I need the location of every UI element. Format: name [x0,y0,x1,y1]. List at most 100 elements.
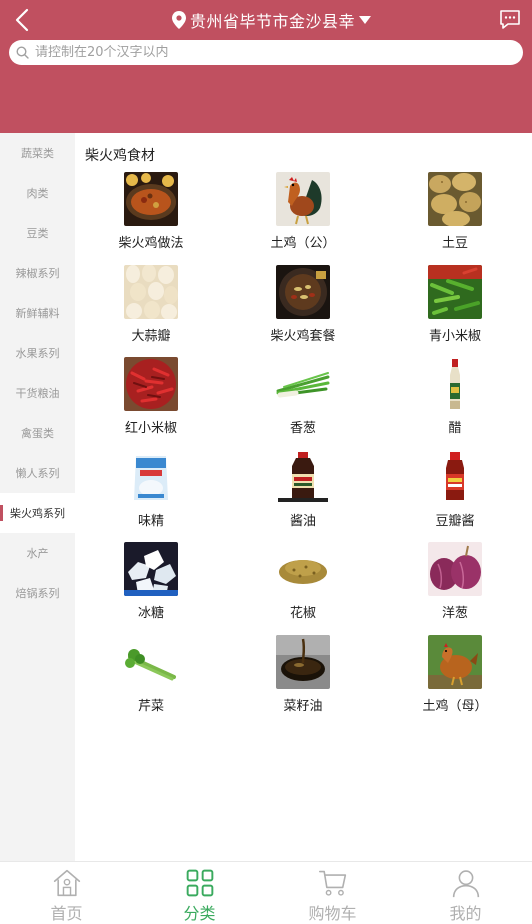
product-item[interactable]: 冰糖 [75,542,227,635]
product-item[interactable]: 柴火鸡套餐 [227,264,379,358]
product-label: 冰糖 [137,606,164,621]
celery-photo [124,634,178,689]
bean-paste-photo [428,449,482,504]
message-button[interactable] [499,9,521,31]
product-item[interactable]: 醋 [379,357,531,450]
chicken-set-photo [276,264,330,319]
sidebar-item-label: 蔬菜类 [21,147,54,160]
product-item[interactable]: 土豆 [379,172,531,265]
product-item[interactable]: 大蒜瓣 [75,264,227,358]
sidebar-item-dry-goods[interactable]: 干货粮油 [0,373,75,413]
product-item[interactable]: 香葱 [227,357,379,450]
search-input[interactable] [35,45,505,60]
product-label: 酱油 [289,513,316,529]
sidebar-item-label: 辣椒系列 [15,267,60,280]
rooster-photo [276,172,330,226]
search-icon [16,46,29,59]
sidebar-item-label: 懒人系列 [15,467,60,480]
caret-down-icon [359,16,372,24]
product-item[interactable]: 豆瓣酱 [379,449,531,543]
sidebar-item-lazy[interactable]: 懒人系列 [0,453,75,493]
product-label: 豆瓣酱 [435,513,475,529]
sidebar-item-seafood[interactable]: 水产 [0,533,75,573]
sidebar-item-poultry-eggs[interactable]: 禽蛋类 [0,413,75,453]
rock-sugar-photo [124,542,178,596]
bottom-tabbar: 首页 分类 购物车 我的 [0,861,532,924]
product-item[interactable]: 柴火鸡做法 [75,172,227,265]
sidebar-item-label: 禽蛋类 [21,427,54,440]
tab-label: 首页 [50,904,83,923]
product-label: 味精 [137,513,164,529]
tab-label: 分类 [183,904,216,923]
product-label: 洋葱 [441,606,468,621]
product-item[interactable]: 菜籽油 [227,634,379,728]
product-item[interactable]: 青小米椒 [379,264,531,358]
sidebar-item-fruit[interactable]: 水果系列 [0,333,75,373]
tab-cart[interactable]: 购物车 [266,862,399,924]
tab-profile[interactable]: 我的 [399,862,532,924]
chevron-left-icon [15,8,29,32]
product-item[interactable]: 芹菜 [75,634,227,728]
product-label: 柴火鸡做法 [118,236,184,251]
tab-category[interactable]: 分类 [133,862,266,924]
msg-photo [124,449,178,504]
product-label: 土豆 [441,236,468,251]
category-sidebar: 蔬菜类 肉类 豆类 辣椒系列 新鲜辅料 水果系列 干货粮油 禽蛋类 懒人系列 柴… [0,133,75,861]
garlic-photo [124,264,178,319]
location-pin-icon [172,11,186,29]
product-label: 红小米椒 [124,421,177,436]
product-item[interactable]: 味精 [75,449,227,543]
product-label: 香葱 [289,421,316,436]
peppercorn-photo [276,542,330,596]
location-selector[interactable]: 贵州省毕节市金沙县幸 [172,8,372,32]
sidebar-item-label: 肉类 [26,187,49,200]
user-icon [452,870,479,898]
sidebar-item-beans[interactable]: 豆类 [0,213,75,253]
product-label: 菜籽油 [283,698,323,714]
product-item[interactable]: 酱油 [227,449,379,543]
product-label: 花椒 [289,606,316,621]
product-label: 土鸡（公） [270,236,336,251]
tab-home[interactable]: 首页 [0,862,133,924]
sidebar-item-meat[interactable]: 肉类 [0,173,75,213]
app-root: 贵州省毕节市金沙县幸 蔬菜类 肉类 豆类 辣椒系列 新鲜辅料 [0,0,532,924]
product-label: 青小米椒 [428,328,481,344]
product-label: 大蒜瓣 [131,328,171,344]
potato-photo [428,172,482,226]
red-chili-photo [124,357,178,411]
home-icon [53,869,80,897]
product-grid: 柴火鸡做法 土鸡（公） 土豆 大蒜瓣 柴火鸡套餐 青小米椒 红小米椒 香葱 醋 … [75,172,532,727]
vinegar-photo [428,357,482,411]
product-label: 土鸡（母） [422,698,488,714]
green-chili-photo [428,264,482,319]
search-bar[interactable] [9,40,523,65]
back-button[interactable] [10,6,34,34]
sidebar-item-vegetables[interactable]: 蔬菜类 [0,133,75,173]
sidebar-item-pot-series[interactable]: 焙锅系列 [0,573,75,613]
product-item[interactable]: 花椒 [227,542,379,635]
location-text: 贵州省毕节市金沙县幸 [190,12,356,31]
sidebar-item-label: 水产 [26,547,49,560]
hen-photo [428,634,482,689]
product-item[interactable]: 洋葱 [379,542,531,635]
cart-icon [318,870,346,896]
sidebar-item-label: 柴火鸡系列 [10,507,65,520]
rapeseed-oil-photo [276,634,330,689]
product-item[interactable]: 土鸡（公） [227,172,379,265]
scallion-photo [276,357,330,411]
product-label: 柴火鸡套餐 [270,328,336,344]
sidebar-item-firewood-chicken[interactable]: 柴火鸡系列 [0,493,75,533]
sidebar-item-label: 干货粮油 [15,387,60,400]
chicken-dish-photo [124,172,178,226]
product-item[interactable]: 红小米椒 [75,357,227,450]
product-label: 醋 [448,421,462,436]
tab-label: 购物车 [308,904,357,923]
sidebar-item-fresh-condiments[interactable]: 新鲜辅料 [0,293,75,333]
sidebar-item-chili[interactable]: 辣椒系列 [0,253,75,293]
product-panel: 柴火鸡食材 柴火鸡做法 土鸡（公） 土豆 大蒜瓣 柴火鸡套餐 青小米椒 红小米椒… [75,133,532,861]
product-item[interactable]: 土鸡（母） [379,634,531,728]
category-icon [186,869,213,897]
product-label: 芹菜 [137,698,164,714]
sidebar-item-label: 水果系列 [15,347,60,360]
sidebar-item-label: 新鲜辅料 [15,307,60,320]
